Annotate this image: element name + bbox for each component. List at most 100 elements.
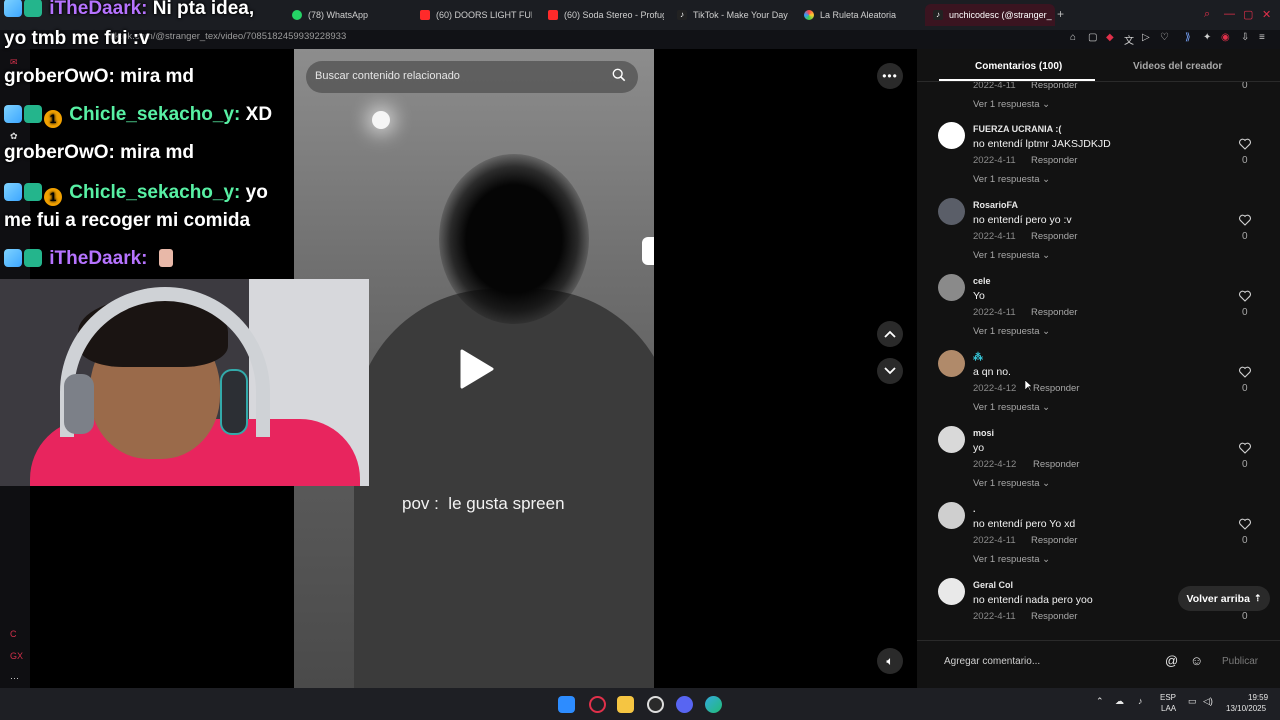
download-icon[interactable]: ⇩ [1241, 32, 1249, 43]
heart-icon[interactable] [1239, 518, 1251, 530]
reply-button[interactable]: Responder [1031, 82, 1077, 91]
translate-icon[interactable]: 文 [1124, 32, 1134, 47]
previous-video-button[interactable] [877, 321, 903, 347]
view-replies-label: Ver 1 respuesta [973, 554, 1040, 565]
avatar[interactable] [938, 578, 965, 605]
opera-gx-icon[interactable] [589, 696, 606, 713]
publish-button[interactable]: Publicar [1222, 656, 1258, 667]
start-icon[interactable] [558, 696, 575, 713]
view-replies-button[interactable]: Ver 1 respuesta ⌄ [973, 99, 1050, 110]
avatar[interactable] [938, 502, 965, 529]
tab-whatsapp[interactable]: (78) WhatsApp [292, 4, 368, 26]
microphone-icon[interactable]: ♪ [1138, 696, 1143, 706]
comment-username[interactable]: Geral Col [973, 580, 1013, 590]
comment-username[interactable]: . [973, 504, 976, 514]
comment-username[interactable]: cele [973, 276, 991, 286]
view-replies-button[interactable]: Ver 1 respuesta ⌄ [973, 174, 1050, 185]
snapshot-icon[interactable]: ▢ [1088, 32, 1097, 43]
tab-comments[interactable]: Comentarios (100) [975, 61, 1062, 72]
avatar[interactable] [938, 274, 965, 301]
comment-username[interactable]: mosi [973, 428, 994, 438]
comment-username-icon[interactable]: ⁂ [973, 352, 983, 363]
view-replies-button[interactable]: Ver 1 respuesta ⌄ [973, 250, 1050, 261]
comment-username[interactable]: FUERZA UCRANIA :( [973, 124, 1061, 134]
panel-tabs: Comentarios (100) Videos del creador [917, 49, 1280, 82]
wallet-icon[interactable]: ◉ [1221, 32, 1230, 43]
volume-button[interactable]: 🔈︎ [877, 648, 903, 674]
heart-icon[interactable] [1239, 138, 1251, 150]
onedrive-icon[interactable]: ☁ [1115, 696, 1124, 707]
address-bar[interactable]: tiktok.com/@stranger_tex/video/708518245… [0, 30, 1280, 49]
search-icon[interactable] [612, 68, 626, 82]
back-to-top-label: Volver arriba [1186, 592, 1250, 605]
reply-button[interactable]: Responder [1031, 231, 1077, 242]
avatar[interactable] [938, 122, 965, 149]
extensions-icon[interactable]: ✦ [1203, 32, 1211, 43]
language-layout[interactable]: LAA [1161, 704, 1176, 713]
badge-icon [4, 183, 22, 201]
heart-ext-icon[interactable]: ♡ [1160, 32, 1169, 43]
tab-active-tiktok[interactable]: ♪ unchicodesc (@stranger_ ✕ [925, 4, 1055, 26]
next-video-button[interactable] [877, 358, 903, 384]
sidebar-c-icon[interactable]: C [10, 629, 17, 639]
avatar[interactable] [938, 198, 965, 225]
heart-icon[interactable] [1239, 366, 1251, 378]
tab-creator-videos[interactable]: Videos del creador [1133, 61, 1222, 72]
obs-icon[interactable] [647, 696, 664, 713]
sidebar-chatgpt-icon[interactable]: ✿ [10, 131, 18, 142]
close-window-icon[interactable]: ✕ [1262, 8, 1271, 21]
reply-button[interactable]: Responder [1033, 383, 1079, 394]
language-indicator[interactable]: ESP [1160, 693, 1176, 702]
comment-username[interactable]: RosarioFA [973, 200, 1018, 210]
edge-icon[interactable] [705, 696, 722, 713]
network-icon[interactable]: ▭ [1188, 696, 1197, 707]
add-comment-input[interactable]: Agregar comentario... [944, 656, 1040, 667]
adblock-icon[interactable]: ◆ [1106, 32, 1114, 43]
reply-button[interactable]: Responder [1031, 535, 1077, 546]
reply-button[interactable]: Responder [1031, 307, 1077, 318]
clock-date[interactable]: 13/10/2025 [1226, 704, 1266, 713]
clock-time[interactable]: 19:59 [1248, 693, 1268, 702]
tab-tiktok[interactable]: ♪ TikTok - Make Your Day [677, 4, 788, 26]
tab-doors[interactable]: (60) DOORS LIGHT FUNK [420, 4, 532, 26]
vpn-icon[interactable]: ⟫ [1185, 32, 1191, 43]
play-ext-icon[interactable]: ▷ [1142, 32, 1150, 43]
play-icon[interactable] [458, 349, 494, 389]
comment-list[interactable]: 2022-4-11 Responder Ver 1 respuesta ⌄ 0 … [917, 82, 1280, 634]
view-replies-button[interactable]: Ver 1 respuesta ⌄ [973, 326, 1050, 337]
heart-icon[interactable] [1239, 214, 1251, 226]
sidebar-more-icon[interactable]: ··· [10, 673, 19, 683]
comment-text: a qn no. [973, 366, 1011, 378]
discord-icon[interactable] [676, 696, 693, 713]
avatar[interactable] [938, 426, 965, 453]
view-replies-button[interactable]: Ver 1 respuesta ⌄ [973, 402, 1050, 413]
heart-icon[interactable] [1239, 442, 1251, 454]
volume-icon[interactable]: ◁) [1203, 696, 1213, 707]
like-count: 0 [1242, 307, 1248, 318]
tab-ruleta[interactable]: La Ruleta Aleatoria [804, 4, 896, 26]
view-replies-button[interactable]: Ver 1 respuesta ⌄ [973, 478, 1050, 489]
reply-button[interactable]: Responder [1033, 459, 1079, 470]
chat-message: 1 Chicle_sekacho_y: yo [4, 182, 268, 206]
emoji-icon[interactable]: ☺ [1190, 653, 1203, 668]
file-explorer-icon[interactable] [617, 696, 634, 713]
mention-icon[interactable]: @ [1165, 653, 1178, 668]
new-tab-icon[interactable]: + [1057, 7, 1064, 21]
back-to-top-button[interactable]: Volver arriba ⇡ [1178, 586, 1270, 611]
bookmark-icon[interactable]: ⌂ [1070, 32, 1076, 43]
view-replies-button[interactable]: Ver 1 respuesta ⌄ [973, 554, 1050, 565]
sidebar-gx-icon[interactable]: GX [10, 651, 23, 661]
more-options-button[interactable]: ••• [877, 63, 903, 89]
heart-icon[interactable] [1239, 290, 1251, 302]
tab-soda-stereo[interactable]: (60) Soda Stereo - Profug [548, 4, 664, 26]
tray-expand-icon[interactable]: ⌃ [1096, 696, 1104, 707]
related-search-box[interactable]: Buscar contenido relacionado [306, 61, 638, 93]
avatar[interactable] [938, 350, 965, 377]
search-tabs-icon[interactable]: ⌕ [1204, 8, 1210, 21]
reply-button[interactable]: Responder [1031, 611, 1077, 622]
minimize-icon[interactable]: — [1224, 8, 1235, 20]
menu-icon[interactable]: ≡ [1259, 32, 1265, 43]
maximize-icon[interactable]: ▢ [1243, 8, 1253, 21]
reply-button[interactable]: Responder [1031, 155, 1077, 166]
like-count: 0 [1242, 459, 1248, 470]
